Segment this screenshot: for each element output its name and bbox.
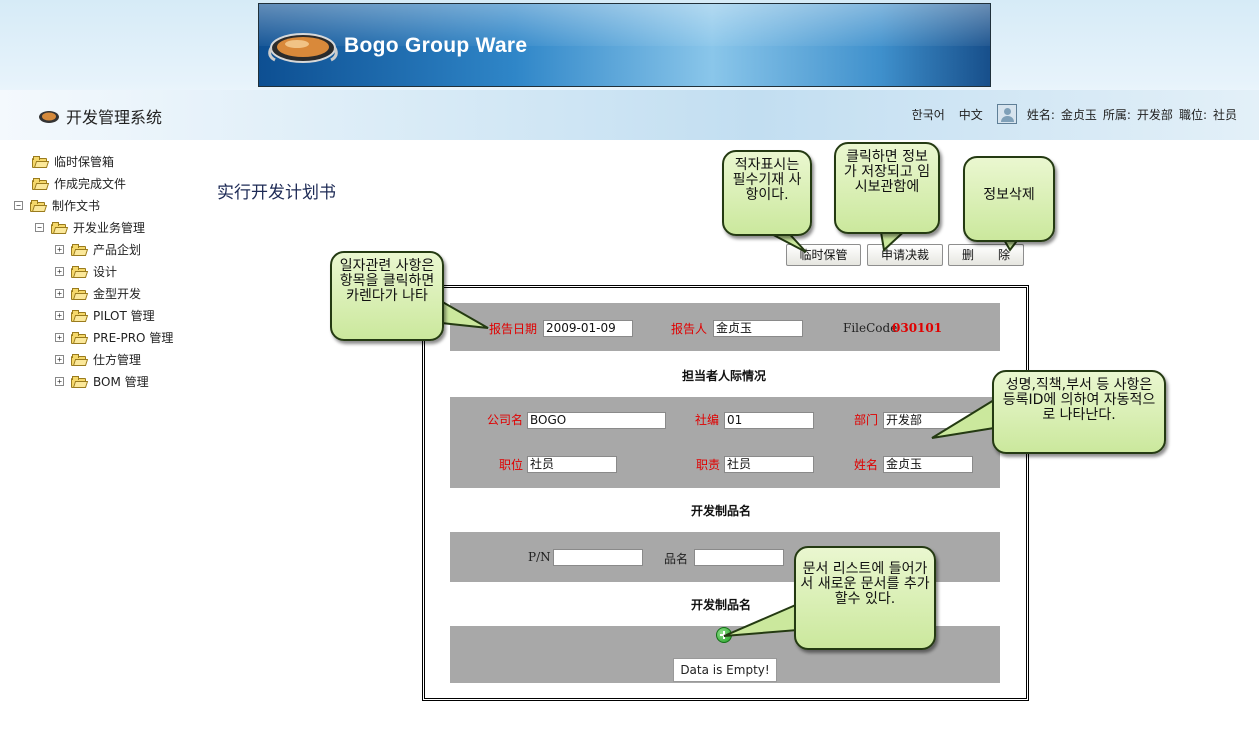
duty-field[interactable]: 社员 [724, 456, 814, 473]
expand-icon[interactable]: + [55, 245, 64, 254]
folder-icon [32, 155, 50, 168]
expand-icon[interactable]: + [55, 311, 64, 320]
folder-icon [71, 353, 89, 366]
company-label: 公司名 [487, 413, 524, 427]
filecode-label: FileCode [843, 321, 898, 335]
tree-item-design[interactable]: + 设计 [55, 263, 117, 280]
folder-icon [71, 243, 89, 256]
folder-icon [71, 287, 89, 300]
tree-item-label: PILOT 管理 [93, 309, 155, 323]
tree-item-spec[interactable]: + 仕方管理 [55, 351, 141, 368]
department-label: 部门 [854, 413, 879, 427]
lang-chinese-link[interactable]: 中文 [959, 106, 983, 123]
callout-delete-note: 정보삭제 [963, 156, 1055, 242]
folder-icon [71, 375, 89, 388]
tree-item-label: 开发业务管理 [73, 221, 146, 235]
callout-tail-doc [723, 602, 799, 637]
expand-icon[interactable]: + [55, 355, 64, 364]
system-logo-icon [39, 111, 59, 123]
brand-banner: Bogo Group Ware [258, 3, 991, 87]
tree-item-label: 金型开发 [93, 287, 142, 301]
name-field-label: 姓名 [854, 458, 879, 472]
tree-item-label: PRE-PRO 管理 [93, 331, 174, 345]
open-folder-icon [51, 221, 69, 234]
product-name-field[interactable] [694, 549, 784, 566]
callout-save-note: 클릭하면 정보가 저장되고 임시보관함에 [834, 142, 940, 234]
tree-item-label: 临时保管箱 [54, 155, 115, 169]
tree-item-pilot[interactable]: + PILOT 管理 [55, 307, 155, 324]
folder-icon [71, 265, 89, 278]
pn-label: P/N [528, 550, 551, 564]
filecode-value: 030101 [892, 321, 943, 335]
folder-icon [32, 177, 50, 190]
expand-icon[interactable]: + [55, 267, 64, 276]
employee-no-label: 社编 [695, 413, 720, 427]
collapse-icon[interactable]: − [14, 201, 23, 210]
expand-icon[interactable]: + [55, 377, 64, 386]
position-label: 職位: [1178, 107, 1207, 122]
tree-item-mold-dev[interactable]: + 金型开发 [55, 285, 141, 302]
tree-item-label: 产品企划 [93, 243, 142, 257]
name-value: 金贞玉 [1060, 107, 1097, 122]
brand-title: Bogo Group Ware [344, 34, 528, 57]
callout-auto-note: 성명,직책,부서 등 사항은 등록ID에 의하여 자동적으로 나타난다. [992, 370, 1166, 454]
tree-item-pre-pro[interactable]: + PRE-PRO 管理 [55, 329, 173, 346]
folder-icon [71, 309, 89, 322]
page-title: 实行开发计划书 [217, 183, 336, 203]
system-title-label: 开发管理系统 [66, 108, 163, 127]
company-field[interactable]: BOGO [527, 412, 666, 429]
empty-data-message: Data is Empty! [673, 658, 777, 682]
position-field-label: 职位 [499, 458, 524, 472]
pn-field[interactable] [553, 549, 643, 566]
report-date-label: 报告日期 [489, 322, 538, 336]
expand-icon[interactable]: + [55, 333, 64, 342]
tree-item-label: 作成完成文件 [54, 177, 127, 191]
report-date-field[interactable]: 2009-01-09 [543, 320, 633, 337]
tree-item-bom[interactable]: + BOM 管理 [55, 373, 149, 390]
user-info: 한국어 中文 姓名: 金贞玉 所属: 开发部 職位: 社员 [906, 104, 1237, 124]
position-value: 社员 [1212, 107, 1237, 122]
expand-icon[interactable]: + [55, 289, 64, 298]
name-label: 姓名: [1026, 107, 1055, 122]
tree-item-label: 制作文书 [52, 199, 101, 213]
tree-item-dev-business[interactable]: − 开发业务管理 [35, 219, 145, 236]
reporter-field[interactable]: 金贞玉 [713, 320, 803, 337]
reporter-label: 报告人 [671, 322, 708, 336]
position-field[interactable]: 社员 [527, 456, 617, 473]
dept-label: 所属: [1102, 107, 1131, 122]
user-avatar-icon [996, 104, 1017, 124]
tree-item-completed-docs[interactable]: 作成完成文件 [32, 175, 126, 192]
tree-item-label: 仕方管理 [93, 353, 142, 367]
callout-tail-auto [931, 400, 995, 439]
open-folder-icon [30, 199, 48, 212]
callout-date-note: 일자관련 사항은 항목을 클릭하면 카렌다가 나타 [330, 251, 444, 341]
tree-item-label: BOM 管理 [93, 375, 149, 389]
system-title: 开发管理系统 [38, 104, 162, 128]
goggles-logo-icon [268, 33, 338, 63]
person-info-band [450, 397, 1000, 488]
person-section-title: 担当者人际情况 [682, 369, 767, 383]
tree-item-temp-box[interactable]: 临时保管箱 [32, 153, 114, 170]
tree-item-product-planning[interactable]: + 产品企划 [55, 241, 141, 258]
folder-icon [71, 331, 89, 344]
employee-no-field[interactable]: 01 [724, 412, 814, 429]
tree-item-create-docs[interactable]: − 制作文书 [14, 197, 100, 214]
callout-required-note: 적자표시는 필수기재 사항이다. [722, 150, 812, 236]
name-field[interactable]: 金贞玉 [883, 456, 973, 473]
product-section-title: 开发制品名 [691, 504, 752, 518]
tree-item-label: 设计 [93, 265, 118, 279]
dept-value: 开发部 [1136, 107, 1173, 122]
collapse-icon[interactable]: − [35, 223, 44, 232]
callout-doc-note: 문서 리스트에 들어가서 새로운 문서를 추가할수 있다. [794, 546, 936, 650]
lang-korean-link[interactable]: 한국어 [912, 106, 945, 123]
duty-label: 职责 [696, 458, 721, 472]
product-name-label: 品名 [664, 552, 689, 566]
